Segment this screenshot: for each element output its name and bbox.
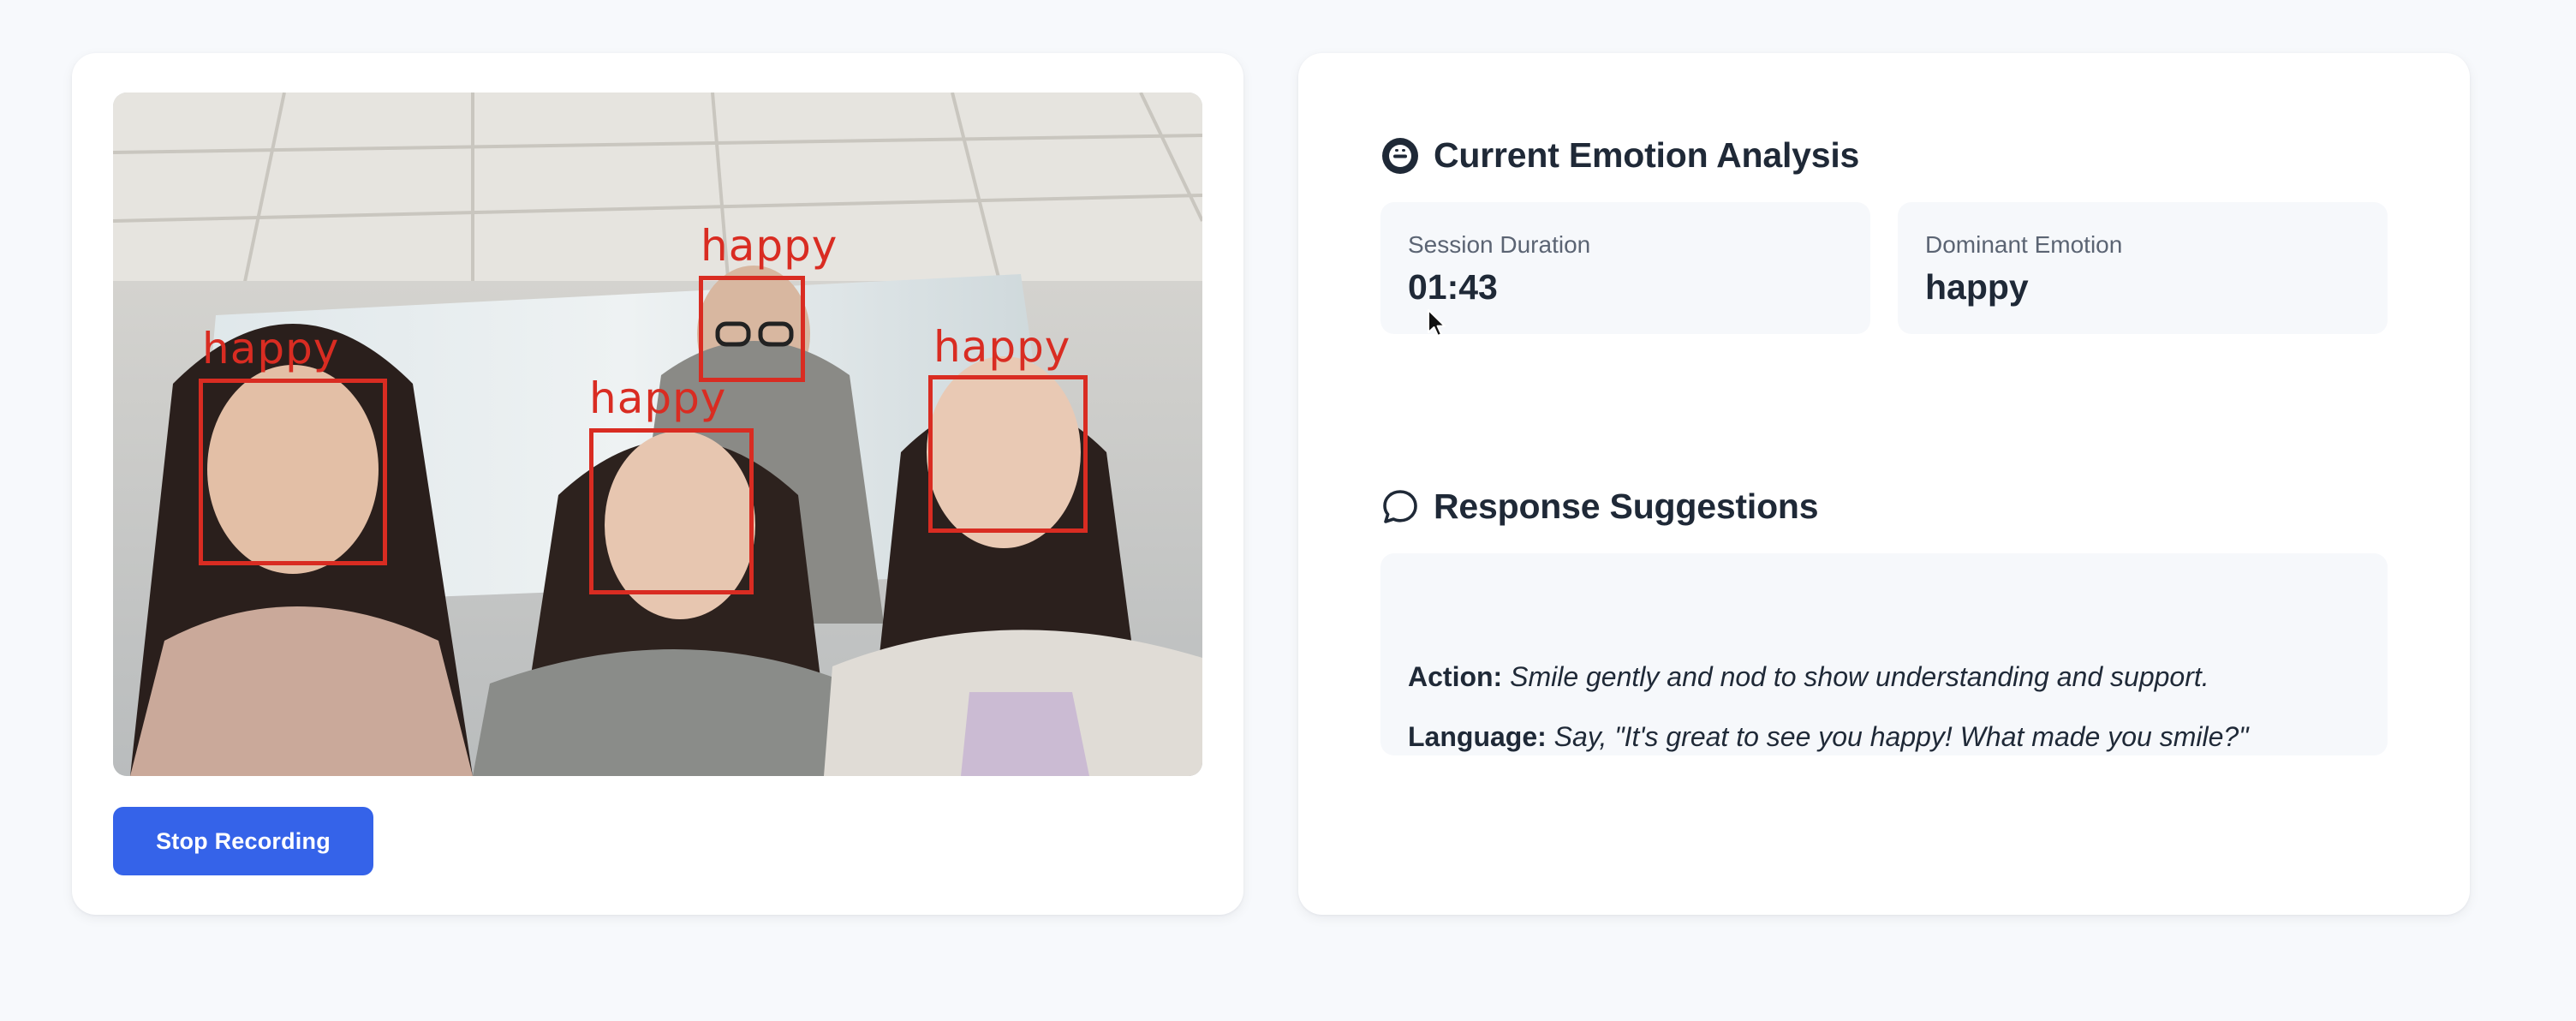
face-emotion-label-1: happy [202, 324, 340, 373]
dominant-emotion-value: happy [1925, 267, 2029, 307]
language-suggestion: Language: Say, "It's great to see you ha… [1408, 721, 2249, 753]
face-detection-box-3 [699, 276, 805, 382]
camera-feed: happy happy happy happy [113, 93, 1202, 776]
dominant-emotion-card: Dominant Emotion happy [1898, 202, 2388, 334]
session-duration-card: Session Duration 01:43 [1380, 202, 1870, 334]
face-detection-box-1 [199, 379, 387, 565]
dominant-emotion-label: Dominant Emotion [1925, 231, 2123, 258]
face-emotion-label-2: happy [589, 373, 727, 423]
face-emotion-label-3: happy [701, 221, 838, 271]
video-card: happy happy happy happy Stop Recording [72, 53, 1243, 915]
session-duration-label: Session Duration [1408, 231, 1591, 258]
language-text: Say, "It's great to see you happy! What … [1553, 721, 2249, 752]
session-duration-value: 01:43 [1408, 267, 1498, 307]
language-label: Language: [1408, 721, 1547, 752]
face-detection-box-4 [928, 375, 1088, 533]
action-suggestion: Action: Smile gently and nod to show und… [1408, 661, 2209, 693]
action-text: Smile gently and nod to show understandi… [1510, 661, 2209, 692]
face-emotion-label-4: happy [933, 322, 1071, 372]
stop-recording-button[interactable]: Stop Recording [113, 807, 373, 875]
suggestions-box: Action: Smile gently and nod to show und… [1380, 553, 2388, 755]
emotion-analysis-title: Current Emotion Analysis [1434, 135, 1860, 175]
response-suggestions-title: Response Suggestions [1434, 487, 1819, 526]
neutral-face-icon [1380, 136, 1420, 176]
face-detection-box-2 [589, 428, 754, 594]
emotion-analysis-header: Current Emotion Analysis [1380, 135, 1859, 176]
analysis-card: Current Emotion Analysis Session Duratio… [1298, 53, 2470, 915]
app-page: happy happy happy happy Stop Recording C… [0, 0, 2576, 1021]
response-suggestions-header: Response Suggestions [1380, 487, 1819, 527]
mouse-cursor-icon [1428, 309, 1446, 337]
action-label: Action: [1408, 661, 1503, 692]
chat-bubble-icon [1380, 487, 1420, 527]
